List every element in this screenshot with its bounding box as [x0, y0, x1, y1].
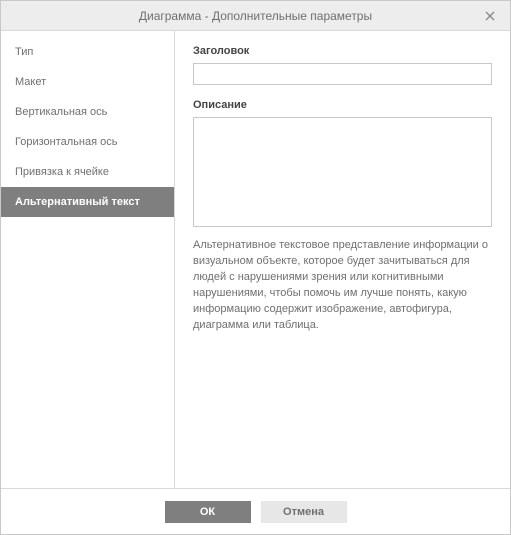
dialog-body: Тип Макет Вертикальная ось Горизонтальна… [1, 31, 510, 488]
dialog: Диаграмма - Дополнительные параметры Тип… [0, 0, 511, 535]
dialog-title: Диаграмма - Дополнительные параметры [1, 9, 510, 23]
sidebar-item-label: Привязка к ячейке [15, 166, 109, 178]
sidebar-item-label: Макет [15, 76, 46, 88]
sidebar-item-label: Горизонтальная ось [15, 136, 117, 148]
description-label: Описание [193, 99, 492, 111]
footer: ОК Отмена [1, 488, 510, 534]
titlebar: Диаграмма - Дополнительные параметры [1, 1, 510, 31]
help-text: Альтернативное текстовое представление и… [193, 237, 492, 333]
content-panel: Заголовок Описание Альтернативное тексто… [175, 31, 510, 488]
sidebar-item-cell-anchor[interactable]: Привязка к ячейке [1, 157, 174, 187]
sidebar-item-label: Тип [15, 46, 33, 58]
sidebar-item-label: Вертикальная ось [15, 106, 107, 118]
sidebar-item-type[interactable]: Тип [1, 37, 174, 67]
sidebar-item-label: Альтернативный текст [15, 196, 140, 208]
cancel-button[interactable]: Отмена [261, 501, 347, 523]
sidebar: Тип Макет Вертикальная ось Горизонтальна… [1, 31, 175, 488]
ok-button[interactable]: ОК [165, 501, 251, 523]
sidebar-item-alt-text[interactable]: Альтернативный текст [1, 187, 174, 217]
sidebar-item-layout[interactable]: Макет [1, 67, 174, 97]
sidebar-item-vertical-axis[interactable]: Вертикальная ось [1, 97, 174, 127]
title-label: Заголовок [193, 45, 492, 57]
title-input[interactable] [193, 63, 492, 85]
description-textarea[interactable] [193, 117, 492, 227]
sidebar-item-horizontal-axis[interactable]: Горизонтальная ось [1, 127, 174, 157]
close-icon[interactable] [476, 1, 504, 31]
